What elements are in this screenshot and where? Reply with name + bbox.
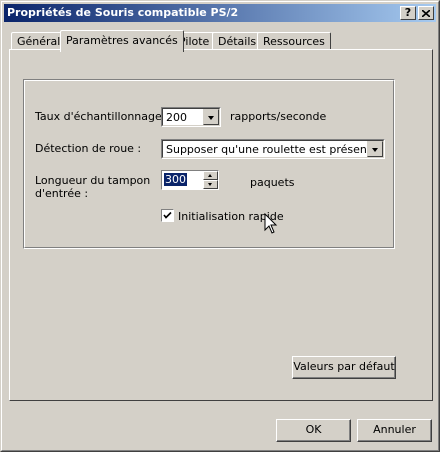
- spin-down-icon[interactable]: [203, 180, 218, 189]
- sample-rate-unit: rapports/seconde: [230, 110, 327, 123]
- tab-advanced-settings[interactable]: Paramètres avancés: [60, 30, 184, 52]
- spinner-buttons: [203, 171, 218, 189]
- title-bar[interactable]: Propriétés de Souris compatible PS/2 ?: [4, 4, 436, 22]
- checkmark-icon: [163, 211, 172, 219]
- sample-rate-label: Taux d'échantillonnage :: [35, 110, 169, 123]
- window-title: Propriétés de Souris compatible PS/2: [7, 6, 239, 19]
- buffer-length-unit: paquets: [250, 176, 295, 189]
- wheel-detection-select[interactable]: Supposer qu'une roulette est présente: [161, 139, 385, 159]
- defaults-button[interactable]: Valeurs par défaut: [292, 356, 396, 379]
- sample-rate-value: 200: [166, 111, 187, 124]
- chevron-down-icon[interactable]: [367, 141, 383, 157]
- close-button[interactable]: [418, 6, 434, 20]
- tab-label: Général: [17, 35, 61, 48]
- ok-button[interactable]: OK: [276, 419, 351, 442]
- tab-resources[interactable]: Ressources: [257, 32, 331, 50]
- help-button[interactable]: ?: [400, 6, 416, 20]
- cancel-button[interactable]: Annuler: [357, 419, 432, 442]
- mouse-pointer-icon: [264, 213, 278, 234]
- spin-up-icon[interactable]: [203, 171, 218, 180]
- combo-frame: 200: [162, 108, 220, 126]
- buffer-length-value[interactable]: 300: [164, 173, 187, 186]
- close-icon: [422, 10, 430, 17]
- ok-button-label: OK: [305, 423, 322, 436]
- cancel-button-label: Annuler: [373, 423, 416, 436]
- help-icon: ?: [404, 6, 412, 19]
- settings-group: [23, 79, 395, 249]
- wheel-detection-value: Supposer qu'une roulette est présente: [166, 143, 378, 156]
- chevron-down-icon[interactable]: [203, 109, 219, 125]
- properties-window: Propriétés de Souris compatible PS/2 ? G…: [0, 0, 440, 452]
- wheel-detection-label: Détection de roue :: [35, 142, 142, 155]
- fast-init-checkbox[interactable]: [161, 209, 174, 222]
- tab-label: Détails: [218, 35, 257, 48]
- defaults-button-label: Valeurs par défaut: [293, 360, 395, 373]
- tab-general[interactable]: Général: [11, 32, 67, 50]
- buffer-length-label-line2: d'entrée :: [35, 187, 89, 200]
- tab-details[interactable]: Détails: [212, 32, 263, 50]
- sample-rate-select[interactable]: 200: [161, 107, 221, 127]
- buffer-length-label-line1: Longueur du tampon: [35, 174, 151, 187]
- tab-label: Paramètres avancés: [66, 34, 178, 47]
- buffer-length-spinner[interactable]: 300: [161, 170, 219, 190]
- combo-frame: Supposer qu'une roulette est présente: [162, 140, 384, 158]
- tab-label: Ressources: [263, 35, 325, 48]
